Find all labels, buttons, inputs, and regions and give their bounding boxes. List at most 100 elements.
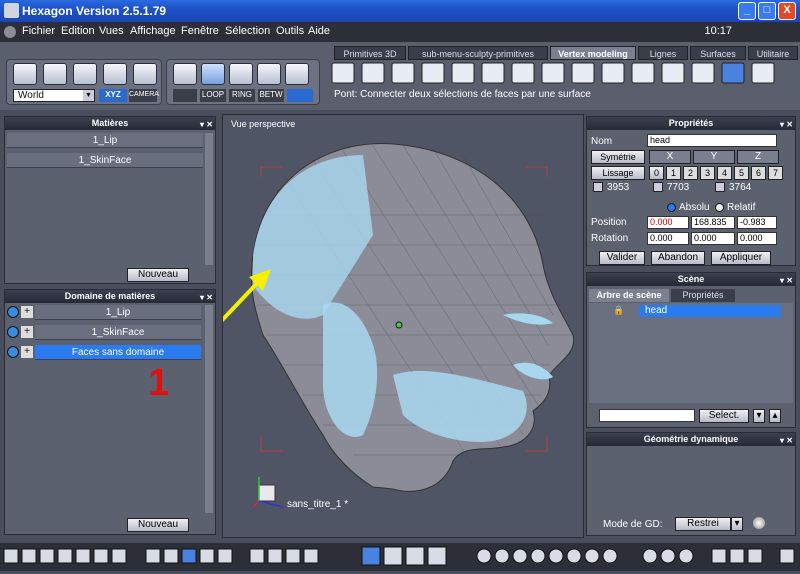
lock-eye-icon[interactable]: 🔒 bbox=[613, 305, 624, 316]
smooth-level-4[interactable]: 4 bbox=[717, 166, 732, 180]
perspective-viewport[interactable]: Vue perspective sans_titre_1 * bbox=[222, 114, 584, 538]
coord-system-select[interactable]: World ▼ bbox=[13, 89, 95, 102]
relative-label: Relatif bbox=[727, 202, 756, 213]
domain-visibility-icon[interactable] bbox=[7, 326, 19, 338]
panel-controls-icon[interactable]: ▾ ✕ bbox=[200, 118, 213, 131]
edge-count-icon bbox=[653, 182, 663, 192]
selection-extra-icon[interactable] bbox=[287, 89, 313, 102]
ghost-icon[interactable] bbox=[133, 63, 157, 85]
close-button[interactable]: X bbox=[778, 2, 796, 20]
domain-add-icon[interactable]: + bbox=[21, 326, 33, 338]
panel-controls-icon[interactable]: ▾ ✕ bbox=[780, 274, 793, 287]
relative-radio[interactable] bbox=[715, 203, 724, 212]
arrow-up-icon[interactable]: ▴ bbox=[769, 409, 781, 423]
tab-surfaces[interactable]: Surfaces bbox=[690, 46, 746, 60]
gd-sphere-icon[interactable] bbox=[753, 517, 765, 529]
select-vertex-icon[interactable] bbox=[257, 63, 281, 85]
tab-utilitaire[interactable]: Utilitaire bbox=[748, 46, 798, 60]
tab-lignes[interactable]: Lignes bbox=[638, 46, 688, 60]
ring-button[interactable]: RING bbox=[229, 89, 255, 102]
arrow-down-icon[interactable]: ▾ bbox=[753, 409, 765, 423]
position-z-field[interactable]: -0.983 bbox=[737, 216, 777, 229]
panel-controls-icon[interactable]: ▾ ✕ bbox=[200, 291, 213, 304]
rotation-y-field[interactable]: 0.000 bbox=[691, 232, 735, 245]
smooth-level-3[interactable]: 3 bbox=[700, 166, 715, 180]
new-domain-button[interactable]: Nouveau bbox=[127, 518, 189, 532]
smooth-level-1[interactable]: 1 bbox=[666, 166, 681, 180]
domain-item[interactable]: 1_Lip bbox=[35, 305, 201, 320]
sym-z-button[interactable]: Z bbox=[737, 150, 779, 164]
tab-sculpty[interactable]: sub-menu-sculpty-primitives bbox=[408, 46, 548, 60]
smooth-level-5[interactable]: 5 bbox=[734, 166, 749, 180]
apply-button[interactable]: Appliquer bbox=[711, 251, 771, 265]
select-object-icon[interactable] bbox=[173, 63, 197, 85]
between-button[interactable]: BETW bbox=[258, 89, 284, 102]
domain-add-icon[interactable]: + bbox=[21, 306, 33, 318]
tab-scene-properties[interactable]: Propriétés bbox=[671, 289, 735, 302]
smooth-level-0[interactable]: 0 bbox=[649, 166, 664, 180]
materials-scrollbar[interactable] bbox=[205, 133, 213, 265]
name-field[interactable]: head bbox=[647, 134, 777, 147]
tab-primitives-3d[interactable]: Primitives 3D bbox=[334, 46, 406, 60]
menu-vues[interactable]: Vues bbox=[99, 25, 124, 37]
symmetry-button[interactable]: Symétrie bbox=[591, 150, 645, 164]
dynamic-geometry-panel: Géométrie dynamique ▾ ✕ Mode de GD: Restr… bbox=[586, 432, 796, 536]
vertex-tool-icons[interactable] bbox=[328, 61, 798, 87]
domain-visibility-icon[interactable] bbox=[7, 346, 19, 358]
validate-button[interactable]: Valider bbox=[599, 251, 645, 265]
camera-toggle[interactable]: CAMERA bbox=[129, 89, 159, 102]
absolute-radio[interactable] bbox=[667, 203, 676, 212]
smooth-level-6[interactable]: 6 bbox=[751, 166, 766, 180]
menu-selection[interactable]: Sélection bbox=[225, 25, 270, 37]
app-menu-icon[interactable] bbox=[4, 26, 16, 38]
rotate-icon[interactable] bbox=[43, 63, 67, 85]
scene-title-text: Scène bbox=[677, 274, 705, 284]
material-item[interactable]: 1_Lip bbox=[7, 133, 203, 148]
menu-outils[interactable]: Outils bbox=[276, 25, 304, 37]
scale-icon[interactable] bbox=[73, 63, 97, 85]
rotation-x-field[interactable]: 0.000 bbox=[647, 232, 689, 245]
scene-item-head[interactable]: head bbox=[639, 305, 781, 317]
domain-scrollbar[interactable] bbox=[205, 305, 213, 513]
new-material-button[interactable]: Nouveau bbox=[127, 268, 189, 282]
maximize-button[interactable]: □ bbox=[758, 2, 776, 20]
position-x-field[interactable]: 0.000 bbox=[647, 216, 689, 229]
menu-aide[interactable]: Aide bbox=[308, 25, 330, 37]
panel-controls-icon[interactable]: ▾ ✕ bbox=[780, 118, 793, 131]
domain-item[interactable]: 1_SkinFace bbox=[35, 325, 201, 340]
chevron-down-icon[interactable]: ▾ bbox=[731, 517, 743, 531]
gd-mode-select[interactable]: Restrei bbox=[675, 517, 731, 531]
minimize-button[interactable]: _ bbox=[738, 2, 756, 20]
menu-affichage[interactable]: Affichage bbox=[130, 25, 176, 37]
loop-button[interactable]: LOOP bbox=[200, 89, 226, 102]
material-item[interactable]: 1_SkinFace bbox=[7, 153, 203, 168]
edge-tools-icon[interactable] bbox=[173, 89, 197, 102]
smooth-level-2[interactable]: 2 bbox=[683, 166, 698, 180]
xyz-toggle[interactable]: XYZ bbox=[99, 89, 127, 102]
menu-fenetre[interactable]: Fenêtre bbox=[181, 25, 219, 37]
select-auto-icon[interactable] bbox=[285, 63, 309, 85]
universal-icon[interactable] bbox=[103, 63, 127, 85]
position-y-field[interactable]: 168.835 bbox=[691, 216, 735, 229]
select-button[interactable]: Select. bbox=[699, 409, 749, 423]
domain-item-selected[interactable]: Faces sans domaine bbox=[35, 345, 201, 360]
head-model[interactable] bbox=[223, 115, 585, 539]
domain-add-icon[interactable]: + bbox=[21, 346, 33, 358]
smoothing-button[interactable]: Lissage bbox=[591, 166, 645, 180]
sym-x-button[interactable]: X bbox=[649, 150, 691, 164]
panel-controls-icon[interactable]: ▾ ✕ bbox=[780, 434, 793, 447]
cancel-button[interactable]: Abandon bbox=[651, 251, 705, 265]
menu-edition[interactable]: Edition bbox=[61, 25, 95, 37]
tab-vertex-modeling[interactable]: Vertex modeling bbox=[550, 46, 636, 60]
sym-y-button[interactable]: Y bbox=[693, 150, 735, 164]
rotation-z-field[interactable]: 0.000 bbox=[737, 232, 777, 245]
bottom-tool-icons[interactable] bbox=[0, 543, 800, 571]
tab-scene-tree[interactable]: Arbre de scène bbox=[589, 289, 669, 302]
menu-fichier[interactable]: Fichier bbox=[22, 25, 55, 37]
select-face-icon[interactable] bbox=[201, 63, 225, 85]
smooth-level-7[interactable]: 7 bbox=[768, 166, 783, 180]
select-edge-icon[interactable] bbox=[229, 63, 253, 85]
domain-visibility-icon[interactable] bbox=[7, 306, 19, 318]
scene-search-field[interactable] bbox=[599, 409, 695, 422]
move-icon[interactable] bbox=[13, 63, 37, 85]
